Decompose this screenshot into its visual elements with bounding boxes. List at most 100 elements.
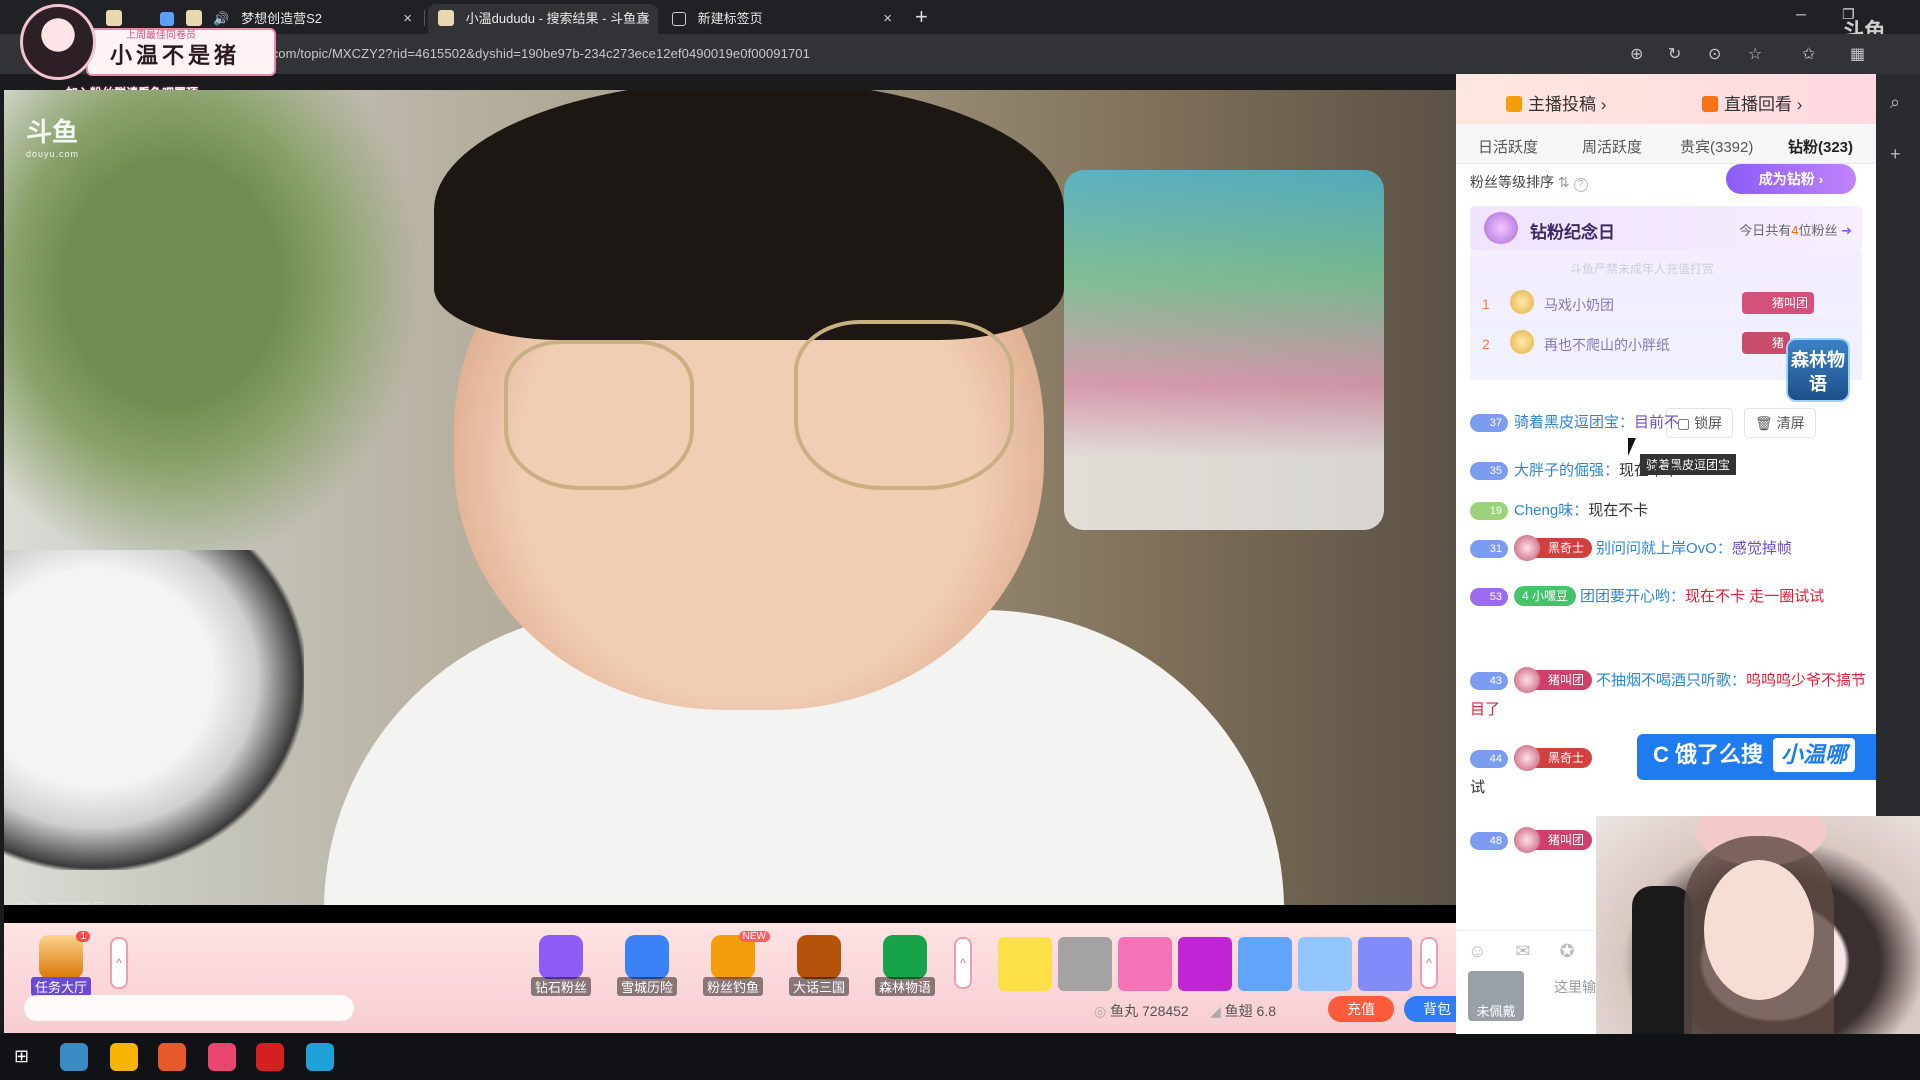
diamond-fans-icon: [539, 935, 583, 979]
video-background-toys: [1064, 170, 1384, 530]
windows-taskbar: ⊞: [0, 1034, 1920, 1080]
tab-title: 新建标签页: [697, 11, 763, 26]
tab-close-icon[interactable]: ×: [883, 4, 892, 34]
task-hall-icon: [39, 935, 83, 979]
arrow-right-icon: ➜: [1841, 223, 1852, 238]
posts-icon: [1506, 96, 1522, 112]
game-fan-fishing[interactable]: 粉丝钓鱼 NEW: [702, 931, 770, 997]
rank-medal-icon: [1510, 290, 1534, 314]
minor-warning: 斗鱼严禁未成年人充值打赏: [1570, 262, 1715, 276]
game-snow-adventure[interactable]: 雪城历险: [616, 935, 678, 997]
browser-tab-bar: 🔊 梦想创造营S2 × 小温dududu - 搜索结果 - 斗鱼直 × 新建标签…: [0, 0, 1920, 34]
tab-close-icon[interactable]: ×: [641, 4, 650, 34]
diamond-anniversary-box[interactable]: 钻粉纪念日 今日共有4位粉丝 ➜: [1470, 206, 1862, 250]
extensions-icon[interactable]: ▦: [1850, 44, 1865, 64]
douyu-app-icon[interactable]: [158, 1043, 186, 1071]
chat-message[interactable]: 43 猪叫团 不抽烟不喝酒只听歌：呜呜呜少爷不搞节目了: [1470, 666, 1870, 724]
chat-message[interactable]: 53 4 小嘿豆 团团要开心哟：现在不卡 走一圈试试: [1470, 582, 1870, 611]
fish-wings-balance: ◢ 鱼翅 6.8: [1210, 1003, 1277, 1019]
webcam-person-face: [1704, 860, 1814, 1000]
refresh-sync-icon[interactable]: ↻: [1668, 44, 1681, 64]
chat-message[interactable]: 31 黑奇士 别问问就上岸OvO：感觉掉帧: [1470, 534, 1870, 563]
fan-level-sort[interactable]: 粉丝等级排序 ⇅ ?: [1470, 172, 1588, 192]
url-field[interactable]: .com/topic/MXCZY2?rid=4615502&dyshid=190…: [268, 46, 810, 61]
gift-item-2[interactable]: [1058, 937, 1112, 991]
netease-music-icon[interactable]: [256, 1043, 284, 1071]
forest-story-badge[interactable]: 森林物语: [1786, 338, 1850, 402]
fish-balls-balance: ◎ 鱼丸 728452: [1094, 1003, 1189, 1019]
gift-item-7[interactable]: [1358, 937, 1412, 991]
live-video-player[interactable]: 斗鱼 douyu.com: [4, 90, 1456, 905]
tab-vip[interactable]: 贵宾(3392): [1680, 136, 1753, 157]
user-level-badge: 48: [1470, 832, 1508, 850]
banner-award-text: 上周最佳同卷员: [126, 30, 196, 41]
eleme-search-ad-banner[interactable]: C 饿了么搜 小温哪: [1637, 734, 1892, 780]
task-hall-badge: 1: [76, 931, 90, 942]
douyu-fish-icon: [438, 10, 454, 26]
gifts-expand-button[interactable]: ^: [1420, 937, 1438, 989]
taskbar-app-icon[interactable]: [208, 1043, 236, 1071]
chat-message[interactable]: 35 大胖子的倔强：现在不卡: [1470, 456, 1870, 485]
panel-tab-bar: 日活跃度 周活跃度 贵宾(3392) 钻粉(323): [1456, 124, 1876, 164]
game-forest-story[interactable]: 森林物语: [874, 935, 936, 997]
recharge-button[interactable]: 充值: [1328, 996, 1394, 1022]
streamer-hair: [434, 90, 1064, 340]
tab-close-icon[interactable]: ×: [403, 4, 412, 34]
windows-start-icon[interactable]: ⊞: [14, 1047, 32, 1065]
fish-ball-icon: ◎: [1094, 1003, 1111, 1019]
search-icon[interactable]: ⌕: [1890, 92, 1900, 113]
minimize-button[interactable]: ─: [1796, 6, 1806, 22]
fan-badge: 黑奇士: [1514, 745, 1593, 771]
streamer-overlay-banner: 小温不是猪 上周最佳同卷员 加入粉丝群请看鱼吧置顶: [8, 4, 276, 100]
zoom-icon[interactable]: ⊕: [1630, 44, 1643, 64]
chat-message[interactable]: 37 骑着黑皮逗团宝：目前不: [1470, 408, 1870, 437]
edge-browser-icon[interactable]: [306, 1043, 334, 1071]
avatar: [1514, 827, 1540, 853]
new-tab-button[interactable]: +: [915, 4, 928, 30]
game-diamond-fans[interactable]: 钻石粉丝: [530, 935, 592, 997]
diamond-icon: [1484, 212, 1518, 244]
gift-item-6[interactable]: [1298, 937, 1352, 991]
games-expand-button[interactable]: ^: [954, 937, 972, 989]
tab-diamond-fans[interactable]: 钻粉(323): [1788, 136, 1853, 157]
tab-search-results[interactable]: 小温dududu - 搜索结果 - 斗鱼直 ×: [428, 4, 658, 34]
live-replay-link[interactable]: 直播回看 ›: [1702, 90, 1802, 115]
fan-group-tag: 猪叫团: [1742, 292, 1815, 314]
glasses-lens-right: [794, 320, 1014, 490]
fan-badge: 黑奇士: [1514, 535, 1593, 561]
tab-daily-activity[interactable]: 日活跃度: [1478, 136, 1538, 157]
more-icon[interactable]: ⊙: [1708, 44, 1721, 64]
task-expand-button[interactable]: ^: [110, 937, 128, 989]
taskbar-app-icon[interactable]: [60, 1043, 88, 1071]
streamer-posts-link[interactable]: 主播投稿 ›: [1506, 90, 1606, 115]
glasses-lens-left: [504, 340, 694, 490]
gift-item-5[interactable]: [1238, 937, 1292, 991]
avatar: [1514, 535, 1540, 561]
fan-group-tag: 猪: [1742, 332, 1791, 354]
fish-wing-icon: ◢: [1210, 1003, 1225, 1019]
favorite-star-icon[interactable]: ☆: [1748, 44, 1762, 64]
chat-message[interactable]: 19 Cheng味：现在不卡: [1470, 496, 1870, 525]
anniversary-count: 今日共有4位粉丝 ➜: [1739, 223, 1852, 238]
rank-row[interactable]: 1 马戏小奶团 猪叫团: [1470, 288, 1862, 318]
tab-weekly-activity[interactable]: 周活跃度: [1582, 136, 1642, 157]
user-level-badge: 19: [1470, 502, 1508, 520]
user-level-badge: 37: [1470, 414, 1508, 432]
add-icon[interactable]: +: [1890, 144, 1901, 165]
tab-new-tab[interactable]: 新建标签页 ×: [662, 4, 900, 34]
avatar: [1514, 667, 1540, 693]
taskbar-app-icon[interactable]: [110, 1043, 138, 1071]
task-hall-button[interactable]: 任务大厅 1: [30, 931, 92, 997]
wear-badge-button[interactable]: 未佩戴: [1468, 971, 1524, 1021]
gift-item-3[interactable]: [1118, 937, 1172, 991]
chat-input[interactable]: 这里输: [1554, 977, 1596, 997]
favorites-list-icon[interactable]: ✩: [1802, 44, 1815, 64]
help-icon[interactable]: ?: [1573, 178, 1588, 192]
gift-item-1[interactable]: [998, 937, 1052, 991]
replay-icon: [1702, 96, 1718, 112]
gift-item-4[interactable]: [1178, 937, 1232, 991]
game-three-kingdoms[interactable]: 大话三国: [788, 935, 850, 997]
become-diamond-fan-button[interactable]: 成为钻粉 ›: [1726, 164, 1856, 194]
gift-bar-input[interactable]: [24, 995, 354, 1021]
snow-adventure-icon: [625, 935, 669, 979]
